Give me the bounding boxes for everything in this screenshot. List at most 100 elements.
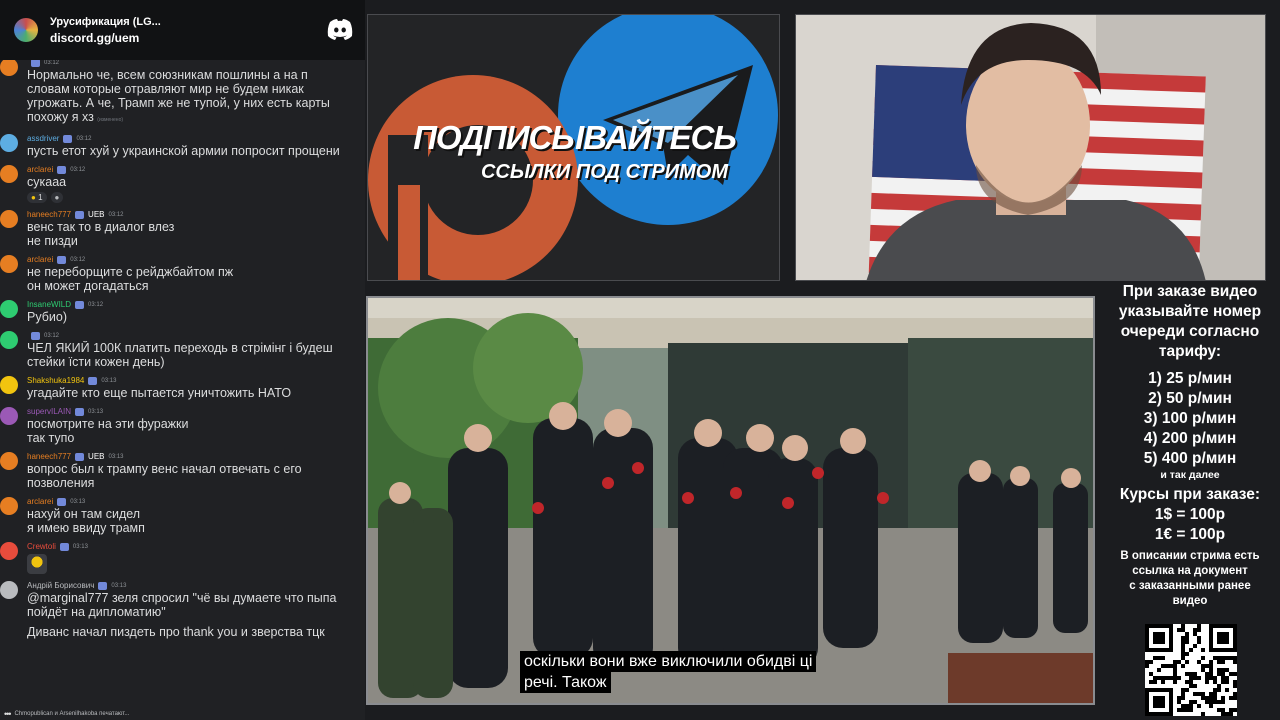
username[interactable]: arclarei — [27, 496, 53, 507]
tariff-etc: и так далее — [1160, 469, 1220, 481]
message-meta: arclarei 03:13 — [27, 496, 363, 507]
timestamp: 03:12 — [76, 135, 92, 142]
server-invite-link[interactable]: discord.gg/uem — [50, 31, 161, 45]
avatar[interactable] — [0, 300, 18, 318]
server-name: Урусификация (LG... — [50, 15, 161, 28]
heading-line: тарифу: — [1158, 343, 1222, 360]
tariff-item: 5) 400 р/мин — [1143, 450, 1237, 467]
avatar[interactable] — [0, 542, 18, 560]
chat-message[interactable]: arclarei 03:13 нахуй он там сидел я имею вв… — [0, 496, 365, 535]
avatar[interactable] — [0, 581, 18, 599]
discord-logo-icon — [327, 19, 353, 40]
chat-message[interactable]: InsaneWILD 03:12 Рубио) — [0, 299, 365, 324]
rate-item: 1€ = 100р — [1154, 526, 1226, 543]
heading-line: указывайте номер — [1118, 303, 1262, 320]
reaction-button[interactable]: ● 1 — [27, 192, 47, 203]
timestamp: 03:13 — [72, 543, 88, 550]
video-player[interactable]: оскільки вони вже виключили обидві ці ре… — [366, 296, 1095, 705]
username[interactable]: arclarei — [27, 254, 53, 265]
role-badge-icon — [98, 581, 108, 590]
username[interactable]: Crewtoli — [27, 541, 56, 552]
chat-message[interactable]: 03:12 ЧЕЛ ЯКИЙ 100К платить переходь в ст… — [0, 330, 365, 369]
message-text: не пизди — [27, 234, 78, 248]
avatar[interactable] — [0, 407, 18, 425]
username[interactable]: Shakshuka1984 — [27, 375, 84, 386]
avatar[interactable] — [0, 331, 18, 349]
chat-message[interactable]: Shakshuka1984 03:13 угадайте кто еще пытае… — [0, 375, 365, 400]
role-badge-icon — [88, 376, 98, 385]
typing-dots-icon: ••• — [4, 709, 12, 719]
username[interactable]: haneech777 — [27, 451, 71, 462]
message-text: посмотрите на эти фуражки — [27, 417, 189, 431]
role-badge-label: UEB — [88, 210, 105, 219]
avatar[interactable] — [0, 210, 18, 228]
description-line: видео — [1172, 595, 1208, 607]
promo-title: ПОДПИСЫВАЙТЕСЬ — [413, 119, 737, 156]
role-badge-icon — [57, 255, 67, 264]
reaction-button[interactable]: ● — [50, 192, 64, 203]
message-text: я имею ввиду трамп — [27, 521, 145, 535]
username[interactable]: InsaneWILD — [27, 299, 71, 310]
chat-message[interactable]: haneech777 UEB 03:13 вопрос был к трампу ве… — [0, 451, 365, 490]
video-subtitles: оскільки вони вже виключили обидві ці ре… — [520, 651, 817, 693]
message-meta: Андрій Борисович 03:13 — [27, 580, 363, 591]
chat-message[interactable]: arclarei 03:12 не переборщите с рейджбайто… — [0, 254, 365, 293]
chat-message[interactable]: arclarei 03:12 сукааа ● 1 ● — [0, 164, 365, 203]
chat-message[interactable]: Crewtoli 03:13 — [0, 541, 365, 574]
chat-message[interactable]: haneech777 UEB 03:12 венс так то в диалог в… — [0, 209, 365, 248]
message-text: так тупо — [27, 431, 75, 445]
tariff-item: 2) 50 р/мин — [1148, 390, 1232, 407]
emoji-icon: ● — [31, 193, 39, 202]
typing-text: Chmopublican и Arsenilhakoba печатают... — [14, 711, 130, 717]
message-text: ЧЕЛ ЯКИЙ 100К платить переходь в стрімін… — [27, 341, 333, 355]
avatar[interactable] — [0, 60, 18, 76]
role-badge-icon — [63, 134, 73, 143]
role-badge-icon — [75, 452, 85, 461]
username[interactable]: haneech777 — [27, 209, 71, 220]
avatar[interactable] — [0, 134, 18, 152]
message-text: словам которые отравляют мир не будем ни… — [27, 82, 304, 96]
avatar[interactable] — [0, 255, 18, 273]
chat-message[interactable]: Андрій Борисович 03:13 @marginal777 зеля с… — [0, 580, 365, 619]
message-text: не переборщите с рейджбайтом пж — [27, 265, 234, 279]
sticker-icon[interactable] — [27, 554, 47, 574]
role-badge-label: UEB — [88, 452, 105, 461]
message-text: нахуй он там сидел — [27, 507, 141, 521]
chat-message[interactable]: Диванс начал пиздеть про thank you и зве… — [0, 625, 365, 639]
username[interactable]: assdriver — [27, 133, 59, 144]
message-text: Нормально че, всем союзникам пошлины а н… — [27, 68, 308, 82]
timestamp: 03:12 — [70, 256, 86, 263]
username[interactable]: Андрій Борисович — [27, 580, 94, 591]
role-badge-icon — [57, 165, 67, 174]
avatar[interactable] — [0, 165, 18, 183]
chat-message[interactable]: supervILAIN 03:13 посмотрите на эти фуражк… — [0, 406, 365, 445]
discord-chat-panel: Урусификация (LG... discord.gg/uem 03:12… — [0, 0, 365, 720]
role-badge-icon — [75, 300, 85, 309]
message-meta: InsaneWILD 03:12 — [27, 299, 363, 310]
avatar[interactable] — [0, 376, 18, 394]
description-line: с заказанными ранее — [1129, 580, 1251, 592]
webcam-feed — [795, 14, 1266, 281]
message-text: пусть етот хуй у украинской армии попрос… — [27, 144, 340, 158]
discord-server-header[interactable]: Урусификация (LG... discord.gg/uem — [0, 0, 365, 60]
message-meta: arclarei 03:12 — [27, 254, 363, 265]
qr-code-icon[interactable] — [1145, 624, 1237, 716]
chat-message[interactable]: 03:12 Нормально че, всем союзникам пошлин… — [0, 60, 365, 127]
tariff-item: 4) 200 р/мин — [1143, 430, 1237, 447]
timestamp: 03:13 — [70, 498, 86, 505]
avatar[interactable] — [0, 497, 18, 515]
message-list[interactable]: 03:12 Нормально че, всем союзникам пошлин… — [0, 60, 365, 708]
message-meta: Shakshuka1984 03:13 — [27, 375, 363, 386]
message-text: похожу я хз (изменено) — [27, 110, 124, 124]
timestamp: 03:13 — [108, 453, 124, 460]
tariff-item: 1) 25 р/мин — [1148, 370, 1232, 387]
username[interactable]: arclarei — [27, 164, 53, 175]
description-line: В описании стрима есть — [1120, 550, 1260, 562]
chat-message[interactable]: assdriver 03:12 пусть етот хуй у украинско… — [0, 133, 365, 158]
message-text: позволения — [27, 476, 95, 490]
message-text: Рубио) — [27, 310, 67, 324]
message-meta: arclarei 03:12 — [27, 164, 363, 175]
username[interactable]: supervILAIN — [27, 406, 71, 417]
role-badge-icon — [31, 60, 40, 67]
avatar[interactable] — [0, 452, 18, 470]
